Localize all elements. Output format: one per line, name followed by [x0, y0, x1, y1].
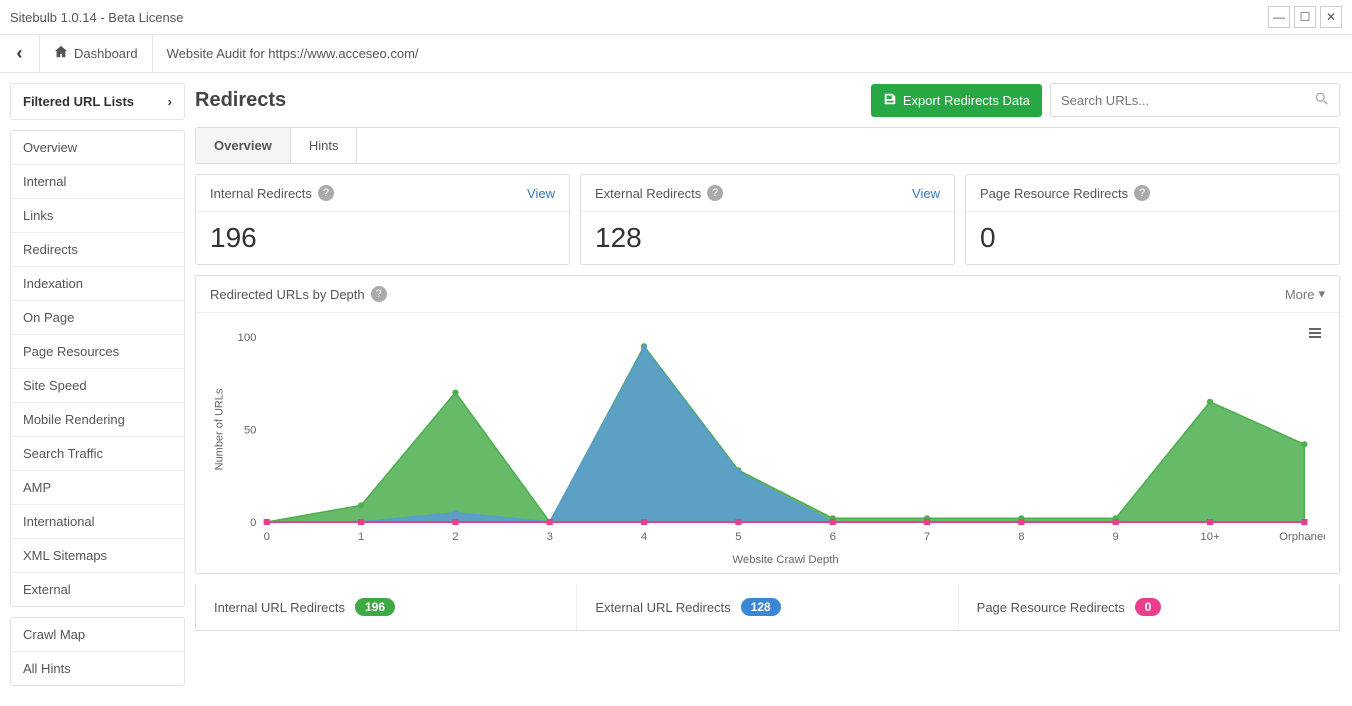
home-icon — [54, 45, 68, 62]
legend-label: External URL Redirects — [595, 600, 730, 615]
summary-card: Page Resource Redirects ? 0 — [965, 174, 1340, 265]
svg-text:10+: 10+ — [1200, 531, 1219, 543]
nav-panel: OverviewInternalLinksRedirectsIndexation… — [10, 130, 185, 607]
card-label: External Redirects — [595, 186, 701, 201]
card-value: 128 — [581, 212, 954, 264]
breadcrumb: Website Audit for https://www.acceseo.co… — [153, 35, 433, 72]
svg-text:50: 50 — [244, 425, 257, 437]
page-title: Redirects — [195, 89, 286, 112]
tab-hints[interactable]: Hints — [291, 128, 358, 163]
tab-bar: OverviewHints — [195, 127, 1340, 164]
save-icon — [883, 92, 897, 109]
svg-text:0: 0 — [264, 531, 270, 543]
chart-panel: Redirected URLs by Depth ? More ▾ 050100… — [195, 275, 1340, 574]
caret-down-icon: ▾ — [1318, 286, 1325, 302]
filtered-url-lists[interactable]: Filtered URL Lists › — [11, 84, 184, 119]
sidebar-item-external[interactable]: External — [11, 572, 184, 606]
svg-text:1: 1 — [358, 531, 364, 543]
legend-item: Internal URL Redirects 196 — [196, 584, 577, 630]
chart-area: 0 50 100 Number of URLs 0 1 2 3 4 5 6 7 8 9 10+ Orphane… — [210, 327, 1325, 567]
extras-panel: Crawl MapAll Hints — [10, 617, 185, 686]
legend-label: Internal URL Redirects — [214, 600, 345, 615]
card-label: Internal Redirects — [210, 186, 312, 201]
title-bar: Sitebulb 1.0.14 - Beta License — ☐ ✕ — [0, 0, 1352, 35]
legend-pill: 0 — [1135, 598, 1162, 616]
chevron-left-icon: ‹ — [17, 43, 23, 64]
dashboard-label: Dashboard — [74, 46, 138, 61]
svg-text:8: 8 — [1018, 531, 1024, 543]
main-content: Redirects Export Redirects Data Overview… — [195, 73, 1352, 706]
help-icon[interactable]: ? — [707, 185, 723, 201]
legend-label: Page Resource Redirects — [977, 600, 1125, 615]
card-value: 0 — [966, 212, 1339, 264]
sidebar-item-all-hints[interactable]: All Hints — [11, 651, 184, 685]
help-icon[interactable]: ? — [318, 185, 334, 201]
sidebar-item-crawl-map[interactable]: Crawl Map — [11, 618, 184, 651]
legend-item: External URL Redirects 128 — [577, 584, 958, 630]
search-icon — [1315, 92, 1329, 109]
sidebar-item-amp[interactable]: AMP — [11, 470, 184, 504]
close-button[interactable]: ✕ — [1320, 6, 1342, 28]
search-wrap — [1050, 83, 1340, 117]
svg-text:6: 6 — [830, 531, 836, 543]
sidebar-item-on-page[interactable]: On Page — [11, 300, 184, 334]
svg-text:100: 100 — [238, 332, 257, 344]
dashboard-link[interactable]: Dashboard — [40, 35, 153, 72]
sidebar-item-internal[interactable]: Internal — [11, 164, 184, 198]
legend-pill: 196 — [355, 598, 395, 616]
tab-overview[interactable]: Overview — [196, 128, 291, 163]
card-label: Page Resource Redirects — [980, 186, 1128, 201]
svg-text:Website Crawl Depth: Website Crawl Depth — [732, 554, 838, 566]
legend-item: Page Resource Redirects 0 — [959, 584, 1339, 630]
help-icon[interactable]: ? — [371, 286, 387, 302]
help-icon[interactable]: ? — [1134, 185, 1150, 201]
view-link[interactable]: View — [527, 186, 555, 201]
svg-text:4: 4 — [641, 531, 647, 543]
summary-card: Internal Redirects ? View 196 — [195, 174, 570, 265]
sidebar-item-indexation[interactable]: Indexation — [11, 266, 184, 300]
svg-text:0: 0 — [250, 517, 256, 529]
sidebar-item-links[interactable]: Links — [11, 198, 184, 232]
back-button[interactable]: ‹ — [0, 35, 40, 72]
svg-text:3: 3 — [547, 531, 553, 543]
sidebar: Filtered URL Lists › OverviewInternalLin… — [0, 73, 195, 706]
svg-text:5: 5 — [735, 531, 741, 543]
card-value: 196 — [196, 212, 569, 264]
sidebar-item-mobile-rendering[interactable]: Mobile Rendering — [11, 402, 184, 436]
svg-text:7: 7 — [924, 531, 930, 543]
sidebar-item-search-traffic[interactable]: Search Traffic — [11, 436, 184, 470]
minimize-button[interactable]: — — [1268, 6, 1290, 28]
svg-text:2: 2 — [452, 531, 458, 543]
svg-text:Orphaned: Orphaned — [1279, 531, 1325, 543]
maximize-button[interactable]: ☐ — [1294, 6, 1316, 28]
svg-text:9: 9 — [1113, 531, 1119, 543]
sidebar-item-xml-sitemaps[interactable]: XML Sitemaps — [11, 538, 184, 572]
sidebar-item-international[interactable]: International — [11, 504, 184, 538]
toolbar: ‹ Dashboard Website Audit for https://ww… — [0, 35, 1352, 73]
sidebar-item-page-resources[interactable]: Page Resources — [11, 334, 184, 368]
app-title: Sitebulb 1.0.14 - Beta License — [10, 10, 183, 25]
search-input[interactable] — [1061, 93, 1315, 108]
chevron-right-icon: › — [168, 94, 172, 109]
chart-menu-icon[interactable] — [1307, 325, 1323, 344]
legend-pill: 128 — [741, 598, 781, 616]
sidebar-item-site-speed[interactable]: Site Speed — [11, 368, 184, 402]
sidebar-item-overview[interactable]: Overview — [11, 131, 184, 164]
summary-card: External Redirects ? View 128 — [580, 174, 955, 265]
legend-row: Internal URL Redirects 196External URL R… — [195, 584, 1340, 631]
chart-title: Redirected URLs by Depth — [210, 287, 365, 302]
summary-cards: Internal Redirects ? View 196 External R… — [195, 174, 1340, 265]
sidebar-item-redirects[interactable]: Redirects — [11, 232, 184, 266]
export-redirects-button[interactable]: Export Redirects Data — [871, 84, 1042, 117]
view-link[interactable]: View — [912, 186, 940, 201]
svg-text:Number of URLs: Number of URLs — [213, 388, 225, 470]
more-dropdown[interactable]: More ▾ — [1285, 286, 1325, 302]
